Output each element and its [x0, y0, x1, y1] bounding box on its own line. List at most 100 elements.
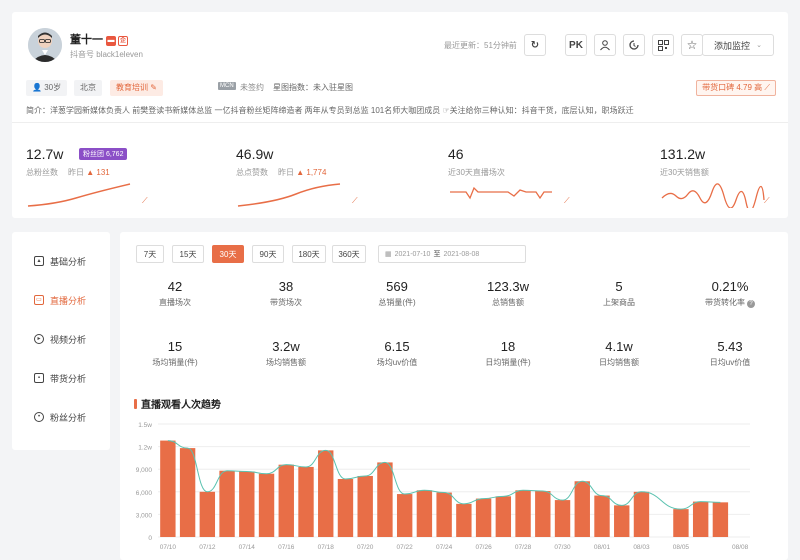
chart-bar — [377, 462, 393, 537]
fan-club-badge[interactable]: 粉丝团 6,762 — [79, 148, 128, 160]
y-tick-label: 1.2w — [138, 445, 152, 452]
metric-value: 4.1w — [605, 339, 633, 354]
reputation-badge[interactable]: 带货口碑 4.79 高 ⟋ — [696, 80, 776, 96]
main-panel: 7天 15天 30天 90天 180天 360天 ▦ 2021-07-10 至 … — [120, 232, 788, 560]
profile-card: 董十一 ▬ 企 抖音号 black1eleven 最近更新：51分钟前 ↻ PK ☆… — [12, 12, 788, 218]
chart-bar — [594, 495, 610, 537]
x-tick-label: 08/01 — [594, 544, 611, 551]
y-tick-label: 0 — [148, 535, 152, 542]
refresh-icon: ↻ — [530, 39, 540, 51]
range-7d[interactable]: 7天 — [136, 245, 164, 263]
stat-value: 46 — [448, 146, 464, 162]
metric-label: 日均uv价值 — [709, 358, 751, 367]
person-icon: 👤 — [32, 83, 42, 92]
chart-bar — [239, 471, 255, 537]
nav-basic-analysis[interactable]: ▴ 基础分析 — [34, 254, 86, 268]
chart-bar — [712, 502, 729, 537]
chart-bar — [574, 481, 590, 537]
stat-value: 131.2w — [660, 146, 706, 162]
trend-icon[interactable]: ⟋ — [564, 196, 573, 205]
divider — [12, 122, 788, 123]
y-tick-label: 1.5w — [138, 422, 152, 429]
x-tick-label: 07/16 — [278, 544, 295, 551]
date-end: 2021-08-08 — [443, 250, 480, 258]
chart-bar — [396, 494, 413, 537]
metric-label: 日均销售额 — [599, 358, 639, 367]
group-icon — [600, 40, 610, 51]
account-name: 董十一 ▬ 企 — [70, 34, 128, 46]
stat-label: 总粉丝数 昨日 ▲ 131 — [26, 168, 110, 177]
add-monitor-button[interactable]: 添加监控 ⌄ — [702, 34, 774, 56]
live-sparkline — [450, 186, 552, 200]
metric-label: 带货场次 — [270, 298, 302, 307]
calendar-icon: ▦ — [385, 251, 392, 258]
metric-label: 场均uv价值 — [376, 358, 418, 367]
verified-icon: ▬ — [106, 36, 116, 46]
range-90d[interactable]: 90天 — [252, 245, 284, 263]
help-icon[interactable]: ? — [747, 300, 755, 308]
range-180d[interactable]: 180天 — [292, 245, 326, 263]
metric-value: 6.15 — [384, 339, 410, 354]
trend-icon[interactable]: ⟋ — [142, 196, 151, 205]
chart-bar — [416, 490, 433, 537]
y-tick-label: 6,000 — [136, 490, 153, 497]
date-range-picker[interactable]: ▦ 2021-07-10 至 2021-08-08 — [378, 245, 526, 263]
metric-label: 日均销量(件) — [485, 358, 531, 367]
metric-value: 15 — [167, 339, 183, 354]
metric-label: 带货转化率? — [675, 297, 785, 308]
nav-video-analysis[interactable]: ▸ 视频分析 — [34, 332, 86, 346]
range-30d[interactable]: 30天 — [212, 245, 244, 263]
history-button[interactable] — [623, 34, 645, 56]
metric-value: 5.43 — [717, 339, 743, 354]
last-update: 最近更新：51分钟前 — [444, 41, 517, 50]
metric-card: 4.1w 日均销售额 — [564, 339, 674, 368]
chart-bar — [298, 466, 314, 537]
x-tick-label: 07/24 — [436, 544, 453, 551]
nav-live-analysis[interactable]: ▭ 直播分析 — [34, 293, 86, 307]
enterprise-icon: 企 — [118, 36, 128, 46]
user-icon: • — [34, 412, 44, 422]
tag-row: 👤 30岁 北京 教育培训 ✎ MCN 未签约 星图指数：未入驻星图 带货口碑 … — [26, 80, 776, 96]
qrcode-button[interactable] — [652, 34, 674, 56]
metric-value: 123.3w — [487, 279, 529, 294]
x-tick-label: 08/05 — [673, 544, 690, 551]
range-360d[interactable]: 360天 — [332, 245, 366, 263]
avatar[interactable] — [28, 28, 62, 62]
nav-sales-analysis[interactable]: ▪ 带货分析 — [34, 371, 86, 385]
metric-label: 场均销量(件) — [152, 358, 198, 367]
trend-icon: ⟋ — [764, 83, 770, 92]
metric-value: 18 — [500, 339, 516, 354]
star-icon: ☆ — [686, 38, 698, 52]
category-tag[interactable]: 教育培训 ✎ — [110, 80, 163, 96]
range-15d[interactable]: 15天 — [172, 245, 204, 263]
metric-value: 42 — [167, 279, 183, 294]
nav-fans-analysis[interactable]: • 粉丝分析 — [34, 410, 86, 424]
live-icon: ▭ — [34, 295, 44, 305]
cart-icon: ▪ — [34, 373, 44, 383]
mcn-status: 未签约 — [240, 83, 264, 92]
metric-card: 42 直播场次 — [120, 279, 230, 308]
metric-label: 上架商品 — [603, 298, 635, 307]
x-tick-label: 07/28 — [515, 544, 532, 551]
refresh-button[interactable]: ↻ — [524, 34, 546, 56]
chart-bar — [258, 473, 275, 537]
section-marker — [134, 398, 137, 409]
chevron-down-icon: ⌄ — [756, 42, 762, 49]
chart-bar — [515, 490, 531, 537]
trend-icon[interactable]: ⟋ — [352, 196, 361, 205]
metric-label: 总销售额 — [492, 298, 524, 307]
star-index: 星图指数：未入驻星图 — [273, 83, 353, 92]
pk-button[interactable]: PK — [565, 34, 587, 56]
trend-chart: 0 3,000 6,000 9,000 1.2w 1.5w 07/10 07/12 07/14 0… — [136, 422, 750, 551]
metric-card: 18 日均销量(件) — [453, 339, 563, 368]
y-tick-label: 9,000 — [136, 467, 153, 474]
mcn-chip: MCN — [218, 82, 236, 90]
group-button[interactable] — [594, 34, 616, 56]
sales-sparkline — [661, 183, 765, 208]
favorite-button[interactable]: ☆ — [681, 34, 703, 56]
chart-bar — [554, 500, 571, 537]
chart-bar — [614, 505, 630, 537]
x-tick-label: 07/20 — [357, 544, 374, 551]
edit-icon: ✎ — [150, 83, 157, 92]
trend-icon[interactable]: ⟋ — [764, 196, 773, 205]
